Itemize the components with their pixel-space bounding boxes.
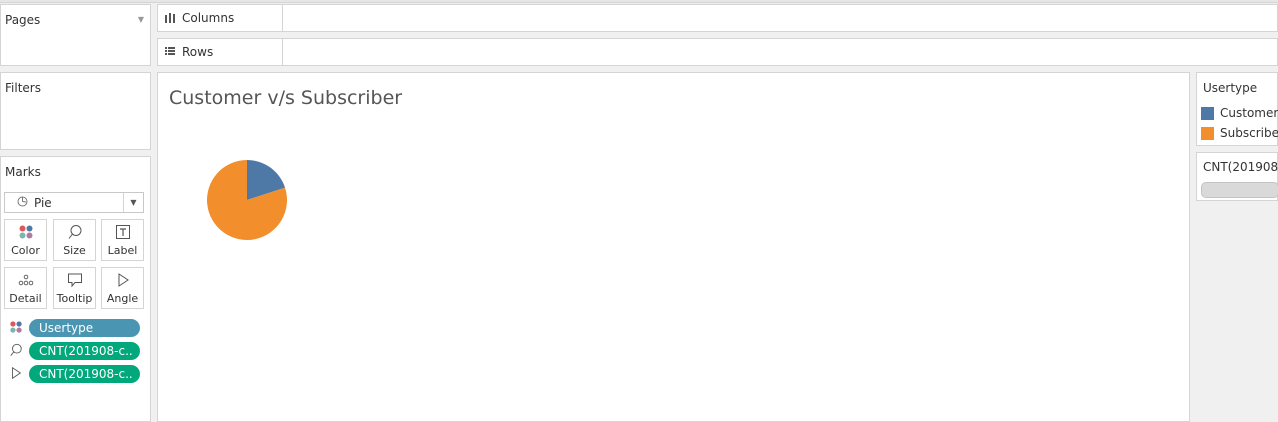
pages-card[interactable]: Pages ▼	[0, 4, 151, 66]
legend-item-label: Subscriber	[1220, 126, 1278, 140]
view-area[interactable]: Customer v/s Subscriber	[157, 72, 1190, 422]
marks-pill-row: Usertype	[8, 318, 142, 337]
columns-icon	[164, 11, 176, 26]
usertype-pill[interactable]: Usertype	[29, 318, 140, 337]
tooltip-button-label: Tooltip	[56, 292, 93, 305]
count-size-pill[interactable]: CNT(201908-c..	[29, 341, 140, 360]
detail-dots-icon	[18, 270, 34, 290]
legend-swatch	[1201, 126, 1214, 140]
columns-label: Columns	[182, 11, 235, 25]
color-dots-icon	[8, 319, 24, 335]
label-button[interactable]: Label	[101, 219, 144, 261]
legend-title: Usertype	[1203, 81, 1258, 95]
rows-icon	[164, 45, 176, 60]
pie-mark-icon	[17, 196, 28, 210]
size-button-label: Size	[63, 244, 86, 257]
angle-button-label: Angle	[106, 292, 139, 305]
chevron-down-icon[interactable]: ▼	[138, 15, 144, 24]
rows-shelf-label-cell: Rows	[158, 39, 283, 65]
size-lasso-icon	[8, 342, 24, 358]
angle-icon	[8, 365, 24, 381]
size-legend: CNT(201908-	[1196, 152, 1278, 201]
filters-title: Filters	[5, 81, 41, 95]
marks-title: Marks	[5, 165, 41, 179]
color-dots-icon	[18, 222, 34, 242]
columns-shelf-label-cell: Columns	[158, 5, 283, 31]
tooltip-button[interactable]: Tooltip	[53, 267, 96, 309]
view-title: Customer v/s Subscriber	[169, 87, 403, 109]
color-button-label: Color	[11, 244, 40, 257]
marks-pill-row: CNT(201908-c..	[8, 364, 142, 383]
top-toolbar-strip	[0, 0, 1278, 3]
filters-card[interactable]: Filters	[0, 72, 151, 150]
color-button[interactable]: Color	[4, 219, 47, 261]
mark-type-dropdown[interactable]: Pie ▼	[4, 192, 144, 213]
color-legend: Usertype Customer Subscriber	[1196, 72, 1278, 146]
rows-label: Rows	[182, 45, 214, 59]
angle-button[interactable]: Angle	[101, 267, 144, 309]
pie-chart[interactable]	[197, 150, 297, 250]
columns-shelf[interactable]: Columns	[157, 4, 1278, 32]
speech-bubble-icon	[67, 270, 83, 290]
chevron-down-icon[interactable]: ▼	[123, 193, 143, 212]
label-button-label: Label	[107, 244, 138, 257]
size-lasso-icon	[67, 222, 83, 242]
legend-item-customer[interactable]: Customer	[1201, 103, 1278, 123]
count-angle-pill[interactable]: CNT(201908-c..	[29, 364, 140, 383]
size-legend-bar	[1201, 182, 1278, 198]
legend-item-label: Customer	[1220, 106, 1278, 120]
text-box-icon	[115, 222, 131, 242]
legend-item-subscriber[interactable]: Subscriber	[1201, 123, 1278, 143]
size-legend-title: CNT(201908-	[1203, 160, 1278, 174]
marks-pill-row: CNT(201908-c..	[8, 341, 142, 360]
size-button[interactable]: Size	[53, 219, 96, 261]
legend-swatch	[1201, 106, 1214, 120]
mark-type-label: Pie	[34, 195, 52, 210]
angle-icon	[115, 270, 131, 290]
detail-button-label: Detail	[9, 292, 42, 305]
pages-title: Pages	[5, 13, 41, 27]
rows-shelf[interactable]: Rows	[157, 38, 1278, 66]
detail-button[interactable]: Detail	[4, 267, 47, 309]
